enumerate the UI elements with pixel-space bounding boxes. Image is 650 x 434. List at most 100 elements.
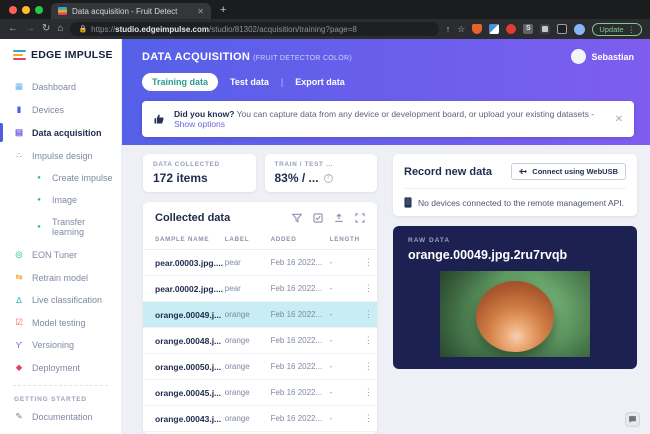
row-menu-icon[interactable]: ⋮: [359, 353, 377, 380]
row-menu-icon[interactable]: ⋮: [359, 249, 377, 276]
user-menu[interactable]: Sebastian: [571, 49, 634, 64]
raw-data-card: RAW DATA orange.00049.jpg.2ru7rvqb: [393, 226, 637, 369]
row-menu-icon[interactable]: ⋮: [359, 405, 377, 432]
sidebar-item-image[interactable]: ● Image: [0, 189, 121, 211]
home-button[interactable]: ⌂: [57, 24, 63, 34]
filter-icon[interactable]: [292, 213, 302, 223]
blue-extension-icon[interactable]: [489, 24, 500, 34]
versioning-icon: Ƴ: [15, 340, 23, 350]
sample-name: orange.00048.j...: [143, 327, 225, 354]
lock-icon: 🔒: [78, 26, 88, 33]
tab-training-data[interactable]: Training data: [142, 73, 219, 91]
url-host: studio.edgeimpulse.com: [115, 24, 209, 34]
sidebar-item-label: Versioning: [32, 340, 75, 350]
column-header-label[interactable]: LABEL: [224, 232, 271, 250]
column-header-length[interactable]: LENGTH: [329, 232, 360, 250]
sample-length: -: [329, 379, 360, 406]
table-row[interactable]: orange.00050.j... orange Feb 16 2022... - ⋮: [143, 353, 377, 380]
url-text: https://studio.edgeimpulse.com/studio/81…: [91, 25, 357, 34]
banner-close-icon[interactable]: ✕: [615, 114, 623, 125]
table-row[interactable]: orange.00043.j... orange Feb 16 2022... - ⋮: [143, 405, 377, 432]
sidebar-item-versioning[interactable]: Ƴ Versioning: [0, 334, 121, 356]
train-test-split-value: 83% / ...: [274, 171, 319, 185]
sample-name: orange.00045.j...: [143, 379, 225, 406]
sample-label: orange: [224, 301, 271, 328]
s-extension-icon[interactable]: S: [523, 24, 534, 34]
sidebar-item-dashboard[interactable]: ▦ Dashboard: [0, 75, 121, 98]
sidebar-item-deployment[interactable]: ◆ Deployment: [0, 356, 121, 379]
row-menu-icon[interactable]: ⋮: [359, 327, 377, 354]
sidebar-item-transfer-learning[interactable]: ● Transfer learning: [0, 211, 121, 243]
sample-length: -: [329, 301, 360, 328]
sidebar-item-impulse-design[interactable]: ∴ Impulse design: [0, 144, 121, 167]
tab-title: Data acquisition - Fruit Detect: [72, 6, 178, 16]
sidebar-item-data-acquisition[interactable]: ▤ Data acquisition: [0, 121, 121, 144]
row-menu-icon[interactable]: ⋮: [359, 301, 377, 328]
sidebar-item-create-impulse[interactable]: ● Create impulse: [0, 167, 121, 189]
new-tab-button[interactable]: +: [220, 4, 226, 19]
table-row[interactable]: pear.00002.jpg.... pear Feb 16 2022... - ⋮: [143, 275, 377, 302]
minimize-window-button[interactable]: [22, 6, 30, 14]
bookmark-star-icon[interactable]: ☆: [457, 24, 465, 35]
status-dot-icon: ●: [37, 175, 41, 181]
sample-label: orange: [224, 327, 271, 354]
select-items-icon[interactable]: [313, 213, 323, 223]
browser-toolbar: ← → ↻ ⌂ 🔒 https://studio.edgeimpulse.com…: [0, 19, 650, 39]
show-options-link[interactable]: Show options: [174, 119, 225, 129]
sample-image-orange: [440, 271, 590, 357]
username: Sebastian: [591, 51, 634, 62]
eon-tuner-icon: ◎: [15, 249, 23, 259]
sample-label: orange: [224, 353, 271, 380]
sidebar-item-eon-tuner[interactable]: ◎ EON Tuner: [0, 243, 121, 266]
column-header-added[interactable]: ADDED: [270, 232, 330, 250]
sample-label: pear: [224, 249, 271, 276]
sidebar-item-devices[interactable]: ▮ Devices: [0, 98, 121, 121]
help-icon[interactable]: ?: [323, 173, 333, 183]
tab-export-data[interactable]: Export data: [295, 77, 345, 87]
tab-close-icon[interactable]: ✕: [197, 7, 204, 16]
banner-body: You can capture data from any device or …: [234, 109, 595, 119]
status-dot-icon: ●: [37, 197, 41, 203]
sidebar-item-retrain-model[interactable]: ⇆ Retrain model: [0, 266, 121, 289]
edge-impulse-favicon-icon: [58, 7, 67, 15]
upload-icon[interactable]: [334, 213, 344, 223]
chat-widget-button[interactable]: [625, 412, 640, 427]
update-button[interactable]: Update ⋮: [592, 22, 642, 36]
expand-icon[interactable]: [355, 213, 365, 223]
thumbs-up-icon: [154, 114, 164, 124]
share-icon[interactable]: ↑: [446, 24, 451, 34]
table-row[interactable]: orange.00048.j... orange Feb 16 2022... - ⋮: [143, 327, 377, 354]
table-row[interactable]: pear.00003.jpg.... pear Feb 16 2022... - ⋮: [143, 249, 377, 276]
sidebar-item-live-classification[interactable]: ∆ Live classification: [0, 289, 121, 311]
close-window-button[interactable]: [9, 6, 17, 14]
tab-test-data[interactable]: Test data: [230, 77, 269, 87]
browser-profile-avatar[interactable]: [574, 23, 586, 35]
page-title-text: DATA ACQUISITION: [142, 50, 251, 63]
back-button[interactable]: ←: [8, 24, 18, 34]
edge-impulse-logo[interactable]: EDGE IMPULSE: [0, 49, 121, 75]
reload-button[interactable]: ↻: [42, 24, 50, 34]
row-menu-icon[interactable]: ⋮: [359, 275, 377, 302]
sample-name: pear.00003.jpg....: [143, 249, 225, 276]
data-collected-value: 172 items: [153, 171, 208, 185]
sidebar-item-model-testing[interactable]: ☑ Model testing: [0, 311, 121, 334]
adguard-extension-icon[interactable]: [472, 24, 483, 34]
sidebar-toggle-extension-icon[interactable]: [557, 24, 568, 34]
browser-tab[interactable]: Data acquisition - Fruit Detect ✕: [51, 3, 211, 19]
adblock-extension-icon[interactable]: [506, 24, 517, 34]
sample-added: Feb 16 2022...: [270, 327, 330, 354]
deployment-icon: ◆: [15, 362, 23, 372]
zoom-window-button[interactable]: [35, 6, 43, 14]
project-name: (FRUIT DETECTOR COLOR): [253, 54, 352, 62]
forward-button[interactable]: →: [25, 24, 35, 34]
extensions-puzzle-icon[interactable]: [540, 24, 551, 34]
table-row-selected[interactable]: orange.00049.j... orange Feb 16 2022... - ⋮: [143, 301, 377, 328]
sidebar-item-label: Devices: [32, 104, 65, 115]
sidebar-item-documentation[interactable]: ✎ Documentation: [0, 405, 121, 428]
address-bar[interactable]: 🔒 https://studio.edgeimpulse.com/studio/…: [70, 22, 439, 36]
table-row[interactable]: orange.00045.j... orange Feb 16 2022... - ⋮: [143, 379, 377, 406]
column-header-sample-name[interactable]: SAMPLE NAME: [143, 232, 225, 250]
row-menu-icon[interactable]: ⋮: [359, 379, 377, 406]
sample-added: Feb 16 2022...: [270, 353, 330, 380]
connect-webusb-button[interactable]: Connect using WebUSB: [511, 163, 626, 180]
